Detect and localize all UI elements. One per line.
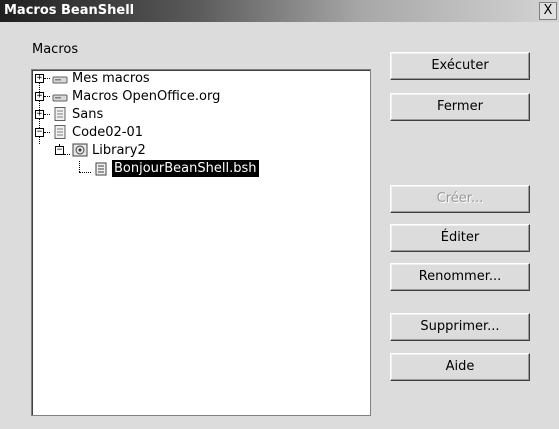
expand-icon[interactable]: + xyxy=(35,74,44,83)
edit-button[interactable]: Éditer xyxy=(390,224,530,252)
tree-item-label: BonjourBeanShell.bsh xyxy=(112,160,259,177)
document-icon xyxy=(54,107,66,121)
tree-item-label: Code02-01 xyxy=(72,125,144,140)
drive-icon xyxy=(52,94,68,102)
macro-tree[interactable]: + Mes macros + Macros OpenOffice.org + S… xyxy=(31,69,371,416)
drive-icon xyxy=(52,76,68,84)
tree-item-library2[interactable]: − Library2 xyxy=(32,142,362,159)
title-bar: Macros BeanShell X xyxy=(0,0,559,22)
tree-item-label: Sans xyxy=(72,107,104,122)
tree-item-bonjourbeanshell[interactable]: BonjourBeanShell.bsh xyxy=(32,160,362,177)
close-button[interactable]: Fermer xyxy=(390,93,530,121)
document-icon xyxy=(54,125,66,139)
collapse-icon[interactable]: − xyxy=(35,128,44,137)
expand-icon[interactable]: + xyxy=(35,110,44,119)
delete-button[interactable]: Supprimer... xyxy=(390,313,530,341)
script-icon xyxy=(95,162,107,176)
library-icon xyxy=(72,143,88,157)
collapse-icon[interactable]: − xyxy=(55,146,64,155)
create-button[interactable]: Créer... xyxy=(390,185,530,213)
window-title: Macros BeanShell xyxy=(4,3,135,18)
help-button[interactable]: Aide xyxy=(390,353,530,381)
rename-button[interactable]: Renommer... xyxy=(390,263,530,291)
execute-button[interactable]: Exécuter xyxy=(390,52,530,80)
macros-label: Macros xyxy=(32,42,79,57)
tree-item-code02-01[interactable]: − Code02-01 xyxy=(32,124,362,141)
tree-item-sans[interactable]: + Sans xyxy=(32,106,362,123)
tree-item-label: Library2 xyxy=(92,143,146,158)
close-icon[interactable]: X xyxy=(539,2,557,20)
dialog-window: Macros BeanShell X Macros + Mes macros + xyxy=(0,0,559,429)
tree-item-openoffice-macros[interactable]: + Macros OpenOffice.org xyxy=(32,88,362,105)
expand-icon[interactable]: + xyxy=(35,92,44,101)
tree-item-label: Mes macros xyxy=(72,71,150,86)
tree-item-label: Macros OpenOffice.org xyxy=(72,89,221,104)
tree-item-mes-macros[interactable]: + Mes macros xyxy=(32,70,362,87)
